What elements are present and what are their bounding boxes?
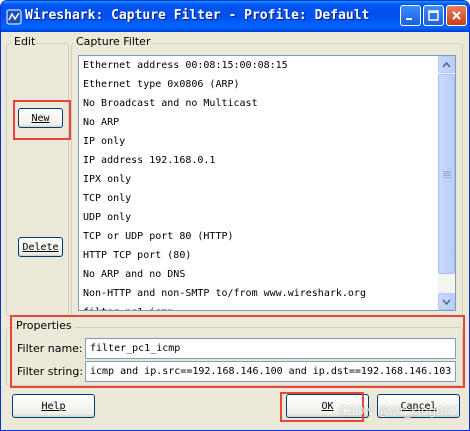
help-button-label: Help	[41, 400, 66, 412]
edit-group	[6, 43, 69, 316]
capture-filter-item[interactable]: TCP or UDP port 80 (HTTP)	[79, 227, 439, 246]
capture-filter-item[interactable]: Ethernet type 0x0806 (ARP)	[79, 75, 439, 94]
capture-filter-items: Ethernet address 00:08:15:00:08:15 Ethern…	[79, 56, 439, 310]
capture-filter-item[interactable]: IPX only	[79, 170, 439, 189]
capture-filter-item[interactable]: UDP only	[79, 208, 439, 227]
minimize-button[interactable]	[400, 5, 421, 26]
wireshark-app-icon	[6, 9, 22, 25]
chevron-up-icon	[442, 61, 451, 67]
scroll-up-button[interactable]	[438, 56, 455, 73]
chevron-down-icon	[442, 299, 451, 305]
maximize-icon	[428, 10, 439, 21]
scroll-thumb[interactable]	[438, 74, 455, 274]
window-title: Wireshark: Capture Filter - Profile: Def…	[25, 8, 370, 23]
capture-filter-item[interactable]: filter_pc1_icmp	[79, 303, 439, 310]
capture-filter-item[interactable]: Ethernet address 00:08:15:00:08:15	[79, 56, 439, 75]
capture-filter-item[interactable]: TCP only	[79, 189, 439, 208]
edit-group-label: Edit	[12, 35, 38, 48]
watermark-text: CSDN @Mr_king007	[339, 404, 459, 418]
capture-filter-item[interactable]: IP only	[79, 132, 439, 151]
capture-filter-list[interactable]: Ethernet address 00:08:15:00:08:15 Ethern…	[78, 55, 456, 311]
new-button[interactable]: New	[18, 108, 63, 128]
delete-button-label: Delete	[22, 241, 59, 253]
ok-button-label: OK	[321, 400, 334, 412]
scroll-down-button[interactable]	[438, 293, 455, 310]
filter-name-field[interactable]: filter_pc1_icmp	[85, 338, 456, 359]
filter-string-label: Filter string:	[17, 365, 84, 378]
capture-filter-item[interactable]: Non-HTTP and non-SMTP to/from www.wiresh…	[79, 284, 439, 303]
minimize-icon	[406, 18, 412, 20]
filter-name-label: Filter name:	[17, 342, 83, 355]
capture-filter-group-label: Capture Filter	[74, 35, 153, 48]
delete-button[interactable]: Delete	[18, 237, 63, 257]
maximize-button[interactable]	[423, 5, 444, 26]
filter-string-field[interactable]: icmp and ip.src==192.168.146.100 and ip.…	[85, 361, 456, 382]
close-icon	[452, 11, 461, 20]
vertical-scrollbar[interactable]	[438, 56, 455, 310]
properties-group-label: Properties	[14, 319, 74, 332]
capture-filter-dialog: Wireshark: Capture Filter - Profile: Def…	[0, 0, 470, 431]
capture-filter-item[interactable]: HTTP TCP port (80)	[79, 246, 439, 265]
capture-filter-item[interactable]: No ARP and no DNS	[79, 265, 439, 284]
help-button[interactable]: Help	[12, 394, 95, 418]
new-button-label: New	[31, 112, 50, 124]
close-button[interactable]	[446, 5, 467, 26]
capture-filter-item[interactable]: IP address 192.168.0.1	[79, 151, 439, 170]
capture-filter-item[interactable]: No ARP	[79, 113, 439, 132]
capture-filter-item[interactable]: No Broadcast and no Multicast	[79, 94, 439, 113]
title-bar[interactable]: Wireshark: Capture Filter - Profile: Def…	[1, 1, 469, 32]
